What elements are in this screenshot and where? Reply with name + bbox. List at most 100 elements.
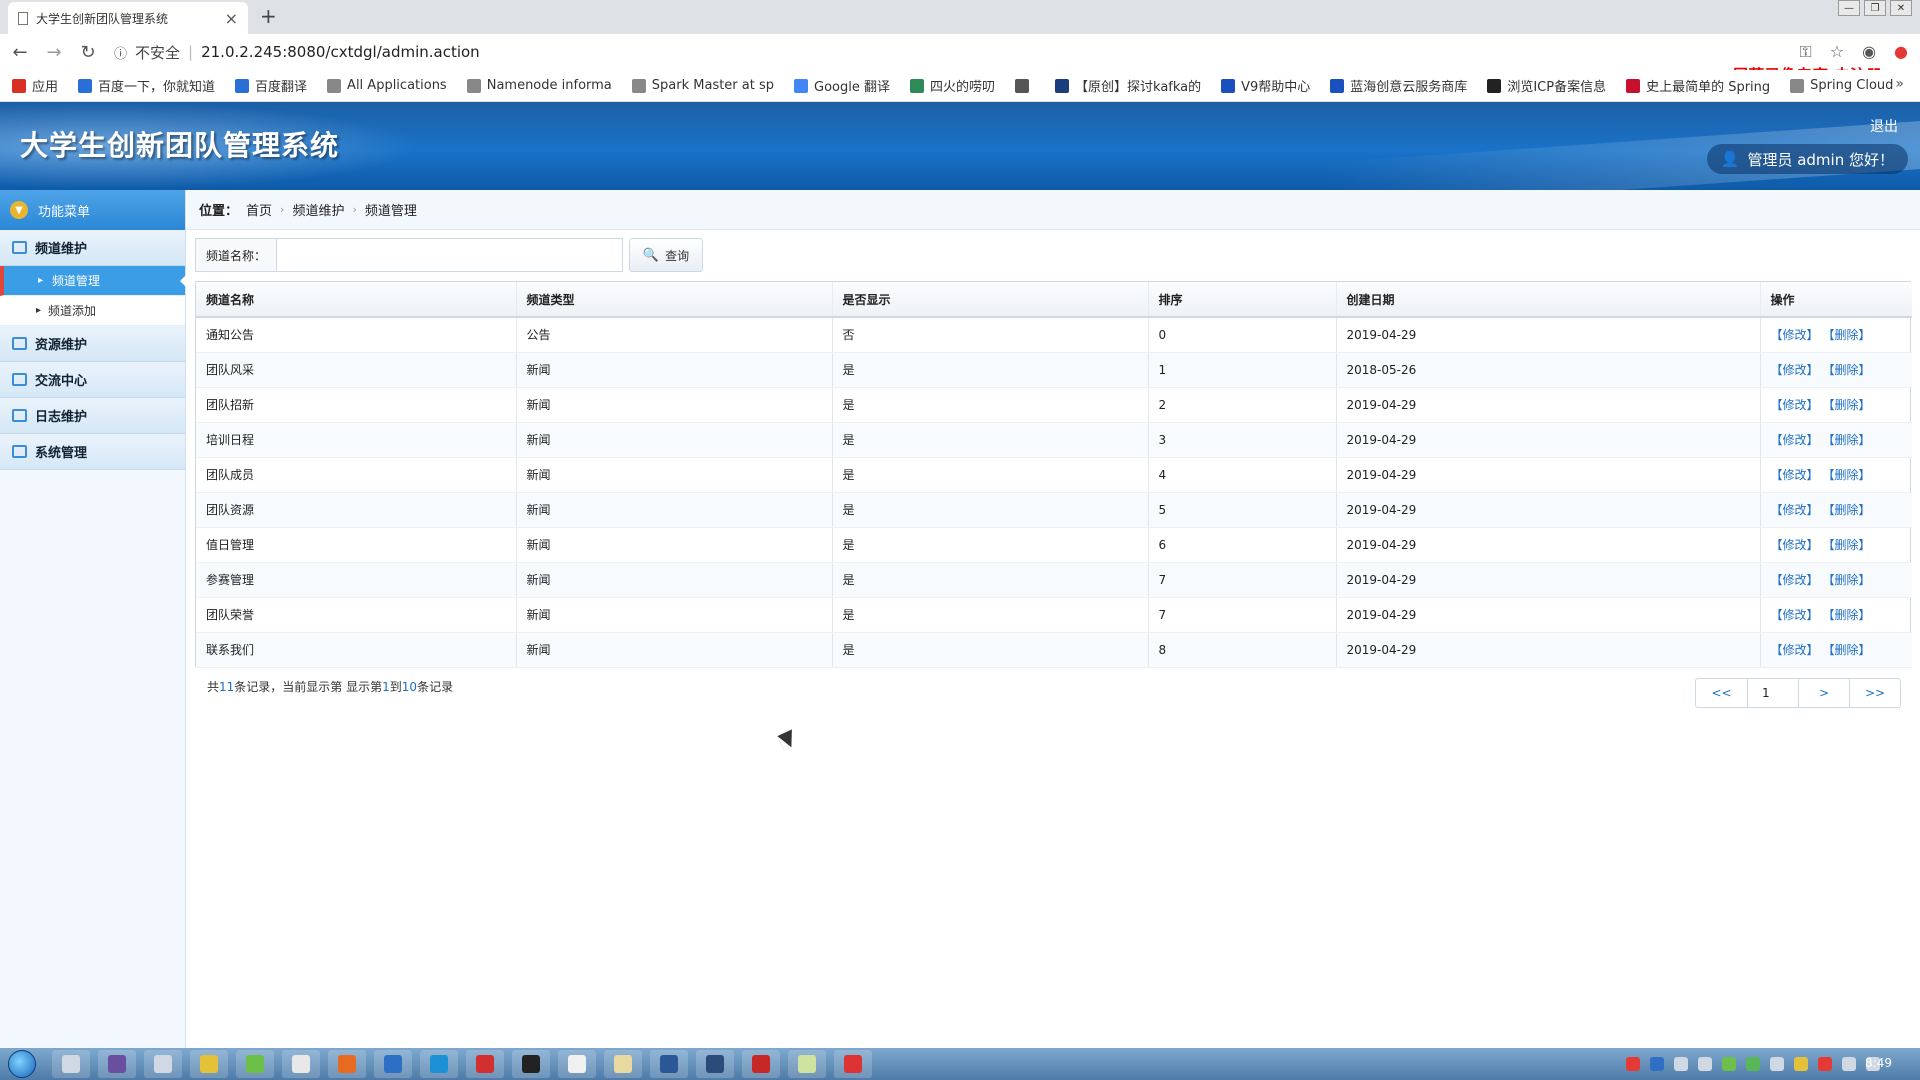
edit-link[interactable]: 【修改】 (1771, 363, 1819, 377)
bookmark-item[interactable]: 蓝海创意云服务商库 (1330, 76, 1467, 95)
taskbar-app-button[interactable] (696, 1050, 734, 1078)
taskbar-app-button[interactable] (328, 1050, 366, 1078)
taskbar-app-button[interactable] (466, 1050, 504, 1078)
tray-icon[interactable] (1650, 1057, 1664, 1071)
sidebar-group-resource[interactable]: 资源维护 (0, 326, 185, 362)
sidebar-group-log[interactable]: 日志维护 (0, 398, 185, 434)
edit-link[interactable]: 【修改】 (1771, 643, 1819, 657)
sidebar-item-channel-manage[interactable]: 频道管理 (0, 266, 186, 296)
taskbar-app-button[interactable] (650, 1050, 688, 1078)
edit-link[interactable]: 【修改】 (1771, 538, 1819, 552)
bookmark-item[interactable]: Spring Cloud (1790, 78, 1893, 93)
delete-link[interactable]: 【删除】 (1829, 573, 1871, 587)
search-input[interactable] (276, 238, 624, 272)
tray-icon[interactable] (1794, 1057, 1808, 1071)
close-tab-icon[interactable]: × (225, 9, 238, 28)
list-icon (12, 241, 27, 254)
current-page-input[interactable]: 1 (1747, 679, 1798, 707)
next-page-button[interactable]: > (1798, 679, 1849, 707)
edit-link[interactable]: 【修改】 (1771, 328, 1819, 342)
table-row: 团队风采 新闻是 1 2018-05-26 【修改】 【删除】 (196, 352, 1912, 388)
taskbar-app-button[interactable] (420, 1050, 458, 1078)
bookmark-item[interactable]: 【原创】探讨kafka的 (1055, 76, 1201, 95)
delete-link[interactable]: 【删除】 (1829, 538, 1871, 552)
minimize-button[interactable]: — (1838, 0, 1860, 16)
restore-button[interactable]: ❐ (1864, 0, 1886, 16)
edit-link[interactable]: 【修改】 (1771, 503, 1819, 517)
url-text[interactable]: 21.0.2.245:8080/cxtdgl/admin.action (201, 43, 480, 61)
sidebar-group-exchange[interactable]: 交流中心 (0, 362, 185, 398)
logout-link[interactable]: 退出 (1870, 116, 1898, 136)
taskbar-app-button[interactable] (190, 1050, 228, 1078)
tray-icon[interactable] (1818, 1057, 1832, 1071)
key-icon[interactable]: ⚿ (1800, 42, 1812, 62)
bookmark-item[interactable]: Spark Master at sp (631, 78, 774, 93)
browser-tab[interactable]: 大学生创新团队管理系统 × (8, 2, 248, 34)
delete-link[interactable]: 【删除】 (1829, 468, 1871, 482)
breadcrumb-home[interactable]: 首页 (246, 200, 272, 219)
taskbar-app-button[interactable] (98, 1050, 136, 1078)
bookmark-item[interactable]: Namenode informa (466, 78, 612, 93)
delete-link[interactable]: 【删除】 (1829, 363, 1871, 377)
start-button[interactable] (0, 1048, 44, 1080)
bookmark-item[interactable]: Google 翻译 (794, 76, 890, 95)
delete-link[interactable]: 【删除】 (1829, 433, 1871, 447)
bookmark-item[interactable]: 四火的唠叨 (910, 76, 995, 95)
reload-icon[interactable]: ↻ (74, 42, 102, 63)
bookmark-item[interactable]: 应用 (12, 76, 58, 95)
sidebar-group-system[interactable]: 系统管理 (0, 434, 185, 470)
bookmark-item[interactable] (1015, 78, 1035, 93)
edit-link[interactable]: 【修改】 (1771, 608, 1819, 622)
first-page-button[interactable]: << (1696, 679, 1747, 707)
bookmark-item[interactable]: 浏览ICP备案信息 (1487, 76, 1606, 95)
star-icon[interactable]: ☆ (1830, 42, 1844, 62)
tray-icon[interactable] (1698, 1057, 1712, 1071)
tray-icon[interactable] (1746, 1057, 1760, 1071)
bookmarks-overflow-icon[interactable]: » (1895, 76, 1904, 92)
tray-icon[interactable] (1722, 1057, 1736, 1071)
tray-icon[interactable] (1626, 1057, 1640, 1071)
taskbar-app-button[interactable] (512, 1050, 550, 1078)
edit-link[interactable]: 【修改】 (1771, 433, 1819, 447)
taskbar-app-button[interactable] (788, 1050, 826, 1078)
edit-link[interactable]: 【修改】 (1771, 573, 1819, 587)
account-icon[interactable]: ◉ (1862, 42, 1876, 62)
back-icon[interactable]: ← (6, 42, 34, 63)
taskbar-app-button[interactable] (52, 1050, 90, 1078)
delete-link[interactable]: 【删除】 (1829, 398, 1871, 412)
taskbar-app-button[interactable] (558, 1050, 596, 1078)
app-icon (154, 1055, 172, 1073)
delete-link[interactable]: 【删除】 (1829, 328, 1871, 342)
tray-icon[interactable] (1674, 1057, 1688, 1071)
delete-link[interactable]: 【删除】 (1829, 643, 1871, 657)
breadcrumb-channel-maintenance[interactable]: 频道维护 (292, 200, 344, 219)
bookmark-item[interactable]: All Applications (327, 78, 447, 93)
extension-icon[interactable]: ● (1894, 42, 1908, 62)
taskbar-app-button[interactable] (834, 1050, 872, 1078)
tray-icon[interactable] (1842, 1057, 1856, 1071)
delete-link[interactable]: 【删除】 (1829, 503, 1871, 517)
tray-icon[interactable] (1770, 1057, 1784, 1071)
bookmark-item[interactable]: V9帮助中心 (1221, 76, 1310, 95)
search-button[interactable]: 🔍 查询 (629, 238, 704, 272)
close-window-button[interactable]: ✕ (1890, 0, 1912, 16)
address-bar[interactable]: ⓘ 不安全 | 21.0.2.245:8080/cxtdgl/admin.act… (114, 42, 480, 63)
taskbar-app-button[interactable] (374, 1050, 412, 1078)
edit-link[interactable]: 【修改】 (1771, 398, 1819, 412)
sidebar-group-channel[interactable]: 频道维护 (0, 230, 185, 266)
taskbar-app-button[interactable] (282, 1050, 320, 1078)
edit-link[interactable]: 【修改】 (1771, 468, 1819, 482)
info-icon[interactable]: ⓘ (114, 43, 127, 62)
bookmark-item[interactable]: 百度翻译 (235, 76, 307, 95)
delete-link[interactable]: 【删除】 (1829, 608, 1871, 622)
taskbar-app-button[interactable] (236, 1050, 274, 1078)
bookmark-item[interactable]: 百度一下，你就知道 (78, 76, 215, 95)
last-page-button[interactable]: >> (1849, 679, 1900, 707)
taskbar-app-button[interactable] (144, 1050, 182, 1078)
new-tab-button[interactable]: + (260, 4, 277, 28)
taskbar-app-button[interactable] (604, 1050, 642, 1078)
taskbar-app-button[interactable] (742, 1050, 780, 1078)
forward-icon[interactable]: → (40, 42, 68, 63)
bookmark-item[interactable]: 史上最简单的 Spring (1626, 76, 1770, 95)
sidebar-item-channel-add[interactable]: 频道添加 (0, 296, 185, 326)
